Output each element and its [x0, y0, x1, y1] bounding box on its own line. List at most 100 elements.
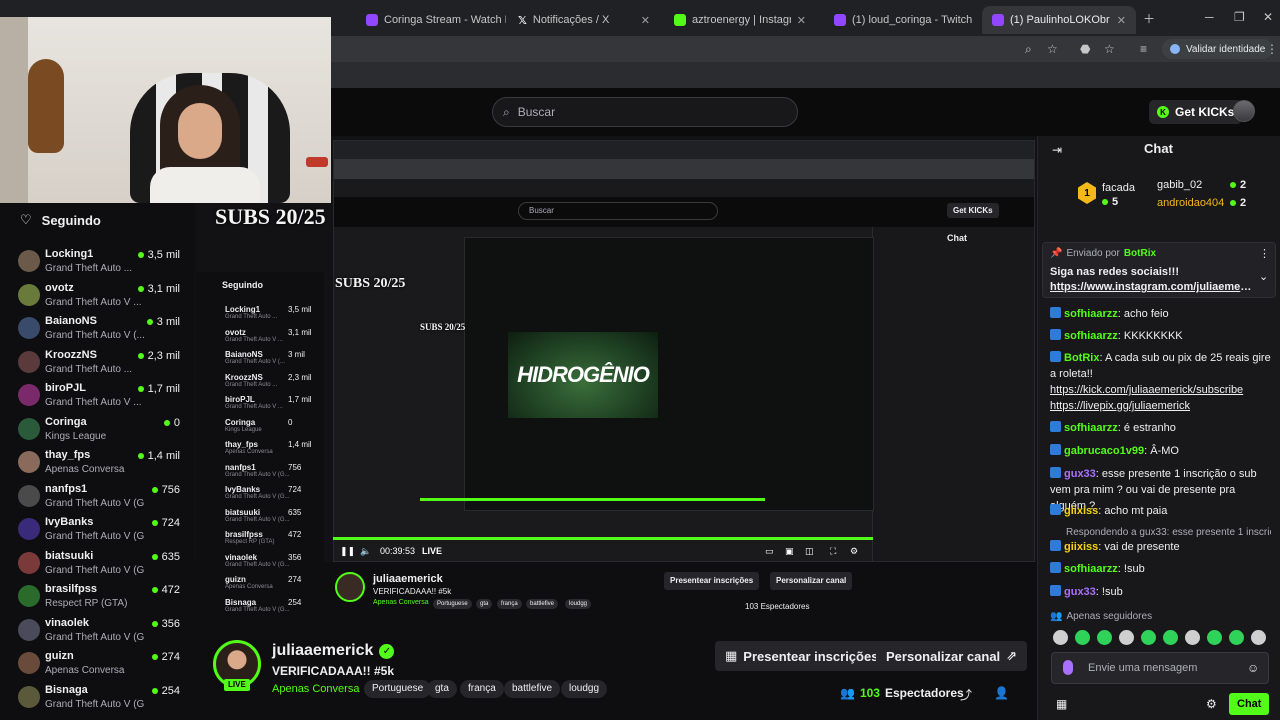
get-kicks-button[interactable]: K Get KICKs [1149, 100, 1243, 124]
new-tab-icon[interactable]: ＋ [1143, 10, 1155, 27]
tag-battlefive[interactable]: battlefive [504, 680, 561, 698]
chat-message: sofhiaarzz: KKKKKKKK [1050, 328, 1272, 344]
pause-icon[interactable]: ❚❚ [340, 546, 355, 557]
sidebar-channel[interactable]: brasilfpss Respect RP (GTA) 472 [18, 583, 186, 613]
pip-icon[interactable]: ◫ [805, 546, 814, 557]
browser-tab-aztro[interactable]: aztroenergy | Instagram, TikTo ✕ [664, 6, 816, 34]
chat-username[interactable]: sofhiaarzz [1064, 422, 1118, 434]
chat-username[interactable]: BotRix [1064, 352, 1099, 364]
viewer-count: 472 [151, 584, 180, 596]
zoom-icon[interactable]: ⌕ [1025, 42, 1032, 57]
browser-tab-loud-coringa[interactable]: (1) loud_coringa - Twitch ✕ [824, 6, 978, 34]
chat-link[interactable]: https://livepix.gg/juliaemerick [1050, 400, 1190, 412]
video-progress-bar[interactable] [333, 537, 873, 540]
chat-username[interactable]: gux33 [1064, 468, 1096, 480]
expand-pinned-icon[interactable]: ⌄ [1259, 270, 1268, 283]
emote-icon[interactable] [1251, 630, 1266, 645]
emote-icon[interactable] [1075, 630, 1090, 645]
emote-icon[interactable] [1229, 630, 1244, 645]
channel-avatar [18, 250, 40, 272]
browser-tab-paulinho[interactable]: (1) PaulinhoLOKObr - Twitc ✕ [982, 6, 1136, 34]
user-avatar[interactable] [1233, 100, 1255, 122]
emoji-icon[interactable]: ☺ [1247, 661, 1259, 675]
gift-store-icon[interactable]: ▦ [1056, 697, 1067, 711]
pinned-link[interactable]: https://www.instagram.com/juliaemerick [1050, 281, 1255, 293]
tag-portuguese[interactable]: Portuguese [364, 680, 432, 698]
channel-avatar [18, 685, 40, 708]
follow-icon[interactable]: 👤 [994, 686, 1009, 700]
followers-only-notice: 👥 Apenas seguidores [1050, 611, 1153, 622]
emote-icon[interactable] [1119, 630, 1134, 645]
emote-icon[interactable] [1053, 630, 1068, 645]
customize-channel-button[interactable]: Personalizar canal ⇗ [876, 641, 1028, 671]
close-window-icon[interactable]: ✕ [1263, 10, 1273, 24]
tag-loudgg[interactable]: loudgg [561, 680, 608, 698]
chat-message-input[interactable]: Envie uma mensagem [1051, 652, 1269, 684]
minimize-icon[interactable]: ─ [1205, 10, 1214, 24]
sidebar-channel[interactable]: BaianoNS Grand Theft Auto V (... 3 mil [18, 315, 186, 345]
verify-identity-button[interactable]: Validar identidade [1162, 39, 1274, 59]
stream-time: 00:39:53 [380, 546, 416, 556]
stream-inner-channel: Coringa Kings League [225, 417, 262, 433]
theater-icon[interactable]: ▣ [785, 546, 794, 557]
close-tab-icon[interactable]: ✕ [797, 14, 806, 27]
star-icon[interactable]: ☆ [1047, 42, 1058, 56]
chat-username[interactable]: sofhiaarzz [1064, 308, 1118, 320]
emote-icon[interactable] [1185, 630, 1200, 645]
chat-username[interactable]: giixiss [1064, 541, 1098, 553]
sidebar-channel[interactable]: nanfps1 Grand Theft Auto V (G... 756 [18, 483, 186, 513]
sidebar-channel[interactable]: Locking1 Grand Theft Auto ... 3,5 mil [18, 248, 186, 278]
stream-inner-category: Apenas Conversa [373, 599, 429, 606]
chat-username[interactable]: gux33 [1064, 586, 1096, 598]
viewers-icon: 👥 [840, 686, 855, 700]
emote-icon[interactable] [1141, 630, 1156, 645]
emote-icon[interactable] [1097, 630, 1112, 645]
live-dot-icon [151, 553, 158, 560]
emote-icon[interactable] [1207, 630, 1222, 645]
search-input[interactable]: ⌕ Buscar [492, 97, 798, 127]
sidebar-channel[interactable]: ovotz Grand Theft Auto V ... 3,1 mil [18, 282, 186, 312]
settings-icon[interactable]: ⚙ [850, 546, 858, 557]
media-icon[interactable]: ≡ [1140, 42, 1147, 56]
sidebar-channel[interactable]: Bisnaga Grand Theft Auto V (G... 254 [18, 684, 186, 714]
sidebar-channel[interactable]: IvyBanks Grand Theft Auto V (G... 724 [18, 516, 186, 546]
maximize-icon[interactable]: ❐ [1234, 10, 1245, 24]
mic-icon[interactable] [1063, 660, 1073, 675]
close-tab-icon[interactable]: ✕ [1117, 14, 1126, 27]
tag-gta[interactable]: gta [427, 680, 457, 698]
chat-username[interactable]: sofhiaarzz [1064, 563, 1118, 575]
volume-icon[interactable]: 🔈 [360, 546, 371, 557]
stream-category[interactable]: Apenas Conversa [272, 683, 359, 695]
sidebar-channel[interactable]: vinaolek Grand Theft Auto V (G... 356 [18, 617, 186, 647]
sidebar-channel[interactable]: thay_fps Apenas Conversa 1,4 mil [18, 449, 186, 479]
chat-reply-context: Respondendo a gux33: esse presente 1 ins… [1066, 527, 1271, 538]
sidebar-channel[interactable]: Coringa Kings League 0 [18, 416, 186, 446]
channel-name: Coringa [45, 415, 87, 428]
browser-tab-coringa[interactable]: Coringa Stream - Watch Live o ✕ [356, 6, 506, 34]
sidebar-channel[interactable]: guizn Apenas Conversa 274 [18, 650, 186, 680]
chat-link[interactable]: https://kick.com/juliaaemerick/subscribe [1050, 384, 1243, 396]
channel-game: Grand Theft Auto V (G... [45, 631, 145, 643]
chat-settings-icon[interactable]: ⚙ [1206, 697, 1217, 711]
emote-icon[interactable] [1163, 630, 1178, 645]
menu-dots-icon[interactable]: ⋮ [1266, 42, 1278, 56]
fullscreen-icon[interactable]: ⛶ [830, 546, 836, 557]
bookmark-icon[interactable]: ☆ [1104, 42, 1115, 56]
chat-username[interactable]: giixiss [1064, 505, 1098, 517]
extension-icon[interactable]: ⬣ [1080, 42, 1090, 56]
tag-franca[interactable]: frança [460, 680, 504, 698]
sidebar-channel[interactable]: biroPJL Grand Theft Auto V ... 1,7 mil [18, 382, 186, 412]
browser-tab-x[interactable]: 𝕏 Notificações / X ✕ [508, 6, 660, 34]
channel-name[interactable]: juliaaemerick ✓ [272, 642, 395, 660]
chat-username[interactable]: sofhiaarzz [1064, 330, 1118, 342]
sidebar-channel[interactable]: biatsuuki Grand Theft Auto V (G... 635 [18, 550, 186, 580]
gift-subs-button[interactable]: ▦ Presentear inscrições [715, 641, 889, 671]
share-icon[interactable]: ⤴ [960, 686, 972, 703]
clip-icon[interactable]: ▭ [765, 546, 774, 557]
chat-send-button[interactable]: Chat [1229, 693, 1270, 715]
sidebar-channel[interactable]: KroozzNS Grand Theft Auto ... 2,3 mil [18, 349, 186, 379]
stream-inner-viewers: 472 [288, 530, 302, 539]
close-tab-icon[interactable]: ✕ [641, 14, 650, 27]
pinned-menu-icon[interactable]: ⋮ [1259, 247, 1270, 260]
chat-username[interactable]: gabrucaco1v99 [1064, 445, 1144, 457]
